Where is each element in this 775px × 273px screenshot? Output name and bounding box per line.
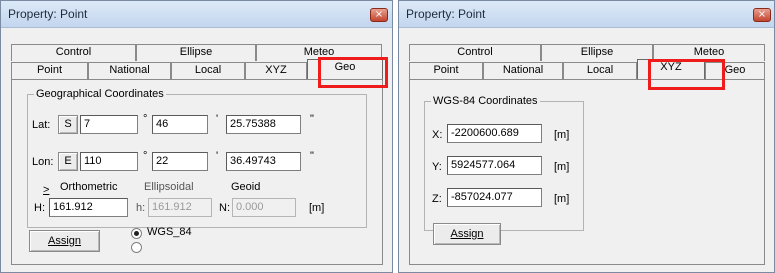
degree-symbol: °: [143, 150, 148, 162]
assign-button-label: Assign: [450, 228, 484, 240]
tab-control[interactable]: Control: [409, 44, 541, 61]
close-icon[interactable]: ×: [753, 8, 771, 22]
y-label: Y:: [432, 161, 442, 173]
wgs84-label: WGS_84: [147, 226, 192, 238]
property-window-geo: Property: Point × Control Ellipse Meteo …: [0, 0, 393, 273]
z-coordinate-field[interactable]: -857024.077: [447, 188, 542, 207]
lon-seconds-field[interactable]: 36.49743: [226, 152, 301, 171]
geoid-label: Geoid: [231, 181, 261, 193]
minute-symbol: ': [216, 113, 219, 125]
lat-minutes-field[interactable]: 46: [152, 115, 208, 134]
tab-xyz[interactable]: XYZ: [245, 62, 307, 79]
title-bar[interactable]: Property: Point ×: [1, 1, 392, 28]
unit-label: [m]: [554, 193, 570, 205]
lon-label: Lon:: [32, 156, 54, 168]
h-label: H:: [34, 202, 45, 214]
tab-national[interactable]: National: [483, 62, 563, 79]
lat-label: Lat:: [32, 119, 51, 131]
n-label: N:: [219, 202, 230, 214]
tab-panel: Geographical Coordinates Lat: S 7 ° 46 '…: [11, 79, 383, 265]
ellipsoidal-height-field: 161.912: [148, 198, 212, 217]
tab-panel: WGS-84 Coordinates X: -2200600.689 [m] Y…: [409, 79, 765, 265]
assign-button[interactable]: Assign: [29, 230, 100, 252]
window-title: Property: Point: [406, 7, 486, 21]
geoid-height-field: 0.000: [232, 198, 296, 217]
tab-geo[interactable]: Geo: [307, 59, 383, 79]
tab-point[interactable]: Point: [11, 62, 88, 79]
tab-national[interactable]: National: [88, 62, 171, 79]
unit-label: [m]: [309, 202, 325, 214]
unit-label: [m]: [554, 129, 570, 141]
h-ellipsoidal-label: h:: [136, 202, 146, 214]
z-label: Z:: [432, 193, 442, 205]
assign-button-label: Assign: [47, 235, 82, 247]
tab-xyz[interactable]: XYZ: [637, 59, 705, 79]
second-symbol: ": [310, 150, 314, 162]
title-bar[interactable]: Property: Point ×: [399, 1, 774, 28]
group-label: Geographical Coordinates: [36, 88, 164, 100]
lat-hemisphere-button[interactable]: S: [58, 115, 78, 134]
lat-seconds-field[interactable]: 25.75388: [226, 115, 301, 134]
tab-local[interactable]: Local: [563, 62, 637, 79]
lon-degrees-field[interactable]: 110: [80, 152, 138, 171]
y-coordinate-field[interactable]: 5924577.064: [447, 156, 542, 175]
lon-hemisphere-button[interactable]: E: [58, 152, 78, 171]
x-coordinate-field[interactable]: -2200600.689: [447, 124, 542, 143]
height-toggle-button[interactable]: >: [43, 184, 49, 196]
x-label: X:: [432, 129, 443, 141]
tab-ellipse[interactable]: Ellipse: [136, 44, 256, 61]
assign-button[interactable]: Assign: [433, 223, 501, 245]
ellipsoidal-label: Ellipsoidal: [144, 181, 194, 193]
close-icon[interactable]: ×: [370, 8, 388, 22]
wgs84-radio[interactable]: [131, 228, 142, 239]
unit-label: [m]: [554, 161, 570, 173]
second-symbol: ": [310, 113, 314, 125]
lat-degrees-field[interactable]: 7: [80, 115, 138, 134]
group-label: WGS-84 Coordinates: [433, 95, 538, 107]
property-window-xyz: Property: Point × Control Ellipse Meteo …: [398, 0, 775, 273]
alt-datum-radio[interactable]: [131, 242, 142, 253]
window-title: Property: Point: [8, 7, 88, 21]
degree-symbol: °: [143, 113, 148, 125]
tab-geo[interactable]: Geo: [705, 62, 765, 79]
tab-control[interactable]: Control: [11, 44, 136, 61]
lon-minutes-field[interactable]: 22: [152, 152, 208, 171]
orthometric-label: Orthometric: [60, 181, 118, 193]
tab-point[interactable]: Point: [409, 62, 483, 79]
minute-symbol: ': [216, 150, 219, 162]
tab-local[interactable]: Local: [171, 62, 245, 79]
orthometric-height-field[interactable]: 161.912: [49, 198, 128, 217]
